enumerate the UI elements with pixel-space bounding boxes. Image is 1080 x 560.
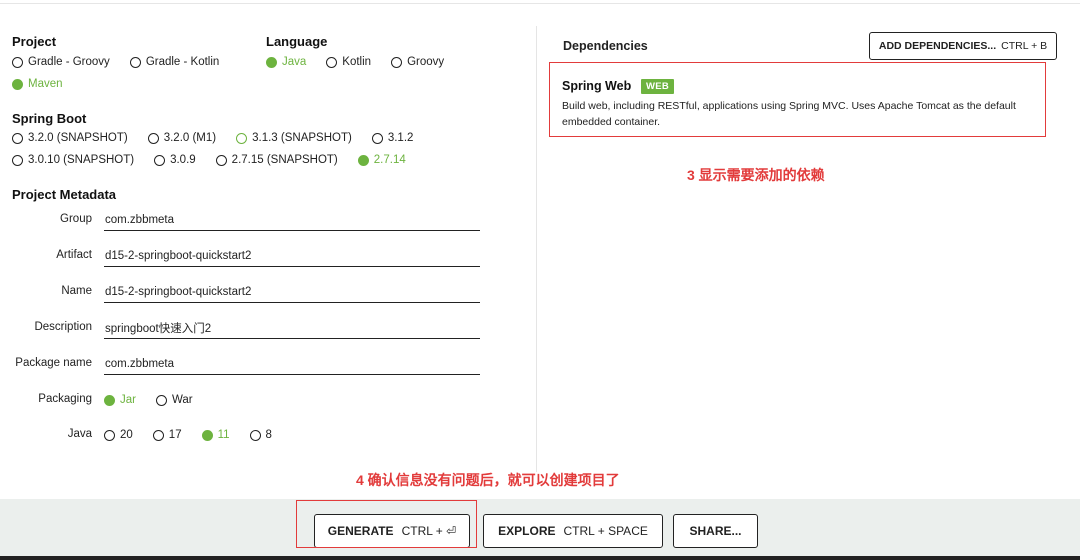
dependency-description: Build web, including RESTful, applicatio… [562,100,1016,128]
radio-circle-icon [215,154,227,166]
radio-java[interactable]: Java [266,56,306,68]
add-dependencies-shortcut: CTRL + B [1001,40,1048,52]
share-label: SHARE... [689,524,742,538]
artifact-label: Artifact [56,249,92,261]
dependency-badge: WEB [641,79,675,94]
dependencies-title: Dependencies [563,39,648,53]
radio-circle-icon [371,132,383,144]
package-name-label: Package name [15,357,92,369]
explore-shortcut: CTRL + SPACE [563,524,648,538]
radio-boot-3010-snapshot[interactable]: 3.0.10 (SNAPSHOT) [12,154,134,166]
radio-boot-320-snapshot[interactable]: 3.2.0 (SNAPSHOT) [12,132,128,144]
project-options-row2: Maven [12,78,83,90]
project-title: Project [12,34,57,49]
radio-circle-icon [12,154,23,166]
share-button[interactable]: SHARE... [673,514,758,548]
spring-boot-options-row1: 3.2.0 (SNAPSHOT) 3.2.0 (M1) 3.1.3 (SNAPS… [12,132,433,144]
radio-circle-icon [155,394,167,406]
annotation-step4: 4 确认信息没有问题后，就可以创建项目了 [356,472,620,488]
radio-boot-320-m1[interactable]: 3.2.0 (M1) [147,132,216,144]
dependency-card-spring-web[interactable]: Spring Web WEB Build web, including REST… [549,62,1046,137]
add-dependencies-label: ADD DEPENDENCIES... [878,40,997,52]
radio-gradle-groovy[interactable]: Gradle - Groovy [12,56,110,68]
radio-circle-icon [391,56,403,68]
radio-gradle-kotlin[interactable]: Gradle - Kotlin [129,56,219,68]
radio-java-17[interactable]: 17 [152,429,182,441]
annotation-step3: 3 显示需要添加的依赖 [687,167,825,183]
java-label: Java [67,428,92,440]
radio-circle-icon [104,429,115,441]
name-input[interactable] [104,282,480,303]
package-name-input[interactable] [104,354,480,375]
radio-circle-icon [129,56,141,68]
radio-war[interactable]: War [155,394,193,406]
description-label: Description [34,321,92,333]
radio-jar[interactable]: Jar [104,394,136,406]
radio-boot-313-snapshot[interactable]: 3.1.3 (SNAPSHOT) [236,132,352,144]
packaging-options: Jar War [104,394,213,406]
group-input[interactable] [104,210,480,231]
description-input[interactable] [104,318,480,339]
footer-bottom-edge [0,556,1080,560]
spring-boot-title: Spring Boot [12,111,87,126]
radio-circle-icon [249,429,261,441]
radio-circle-icon [12,56,23,68]
name-label: Name [61,285,92,297]
radio-hover-icon [236,132,248,144]
radio-circle-icon [152,429,164,441]
radio-java-11[interactable]: 11 [201,429,230,441]
artifact-input[interactable] [104,246,480,267]
generate-highlight-box [296,500,477,548]
radio-java-20[interactable]: 20 [104,429,133,441]
top-border [0,0,1080,4]
explore-label: EXPLORE [498,524,556,538]
column-divider [536,26,537,472]
spring-boot-options-row2: 3.0.10 (SNAPSHOT) 3.0.9 2.7.15 (SNAPSHOT… [12,154,426,166]
language-title: Language [266,34,328,49]
radio-selected-icon [201,429,213,441]
radio-boot-2715-snapshot[interactable]: 2.7.15 (SNAPSHOT) [215,154,338,166]
radio-circle-icon [154,154,166,166]
group-label: Group [60,213,92,225]
radio-circle-icon [326,56,338,68]
add-dependencies-button[interactable]: ADD DEPENDENCIES... CTRL + B [869,32,1057,60]
radio-boot-312[interactable]: 3.1.2 [371,132,413,144]
language-options: Java Kotlin Groovy [266,56,464,68]
project-metadata-title: Project Metadata [12,187,117,202]
explore-button[interactable]: EXPLORE CTRL + SPACE [483,514,663,548]
radio-selected-icon [357,154,369,166]
dependency-name: Spring Web [562,79,632,93]
radio-java-8[interactable]: 8 [249,429,272,441]
radio-kotlin[interactable]: Kotlin [326,56,371,68]
project-options-row1: Gradle - Groovy Gradle - Kotlin [12,56,239,68]
radio-selected-icon [104,394,115,406]
radio-boot-2714[interactable]: 2.7.14 [357,154,406,166]
radio-selected-icon [12,78,23,90]
packaging-label: Packaging [38,393,92,405]
radio-maven[interactable]: Maven [12,78,63,90]
java-options: 20 17 11 8 [104,429,292,441]
radio-circle-icon [12,132,23,144]
radio-groovy[interactable]: Groovy [391,56,444,68]
radio-selected-icon [266,56,277,68]
radio-circle-icon [147,132,159,144]
radio-boot-309[interactable]: 3.0.9 [154,154,196,166]
